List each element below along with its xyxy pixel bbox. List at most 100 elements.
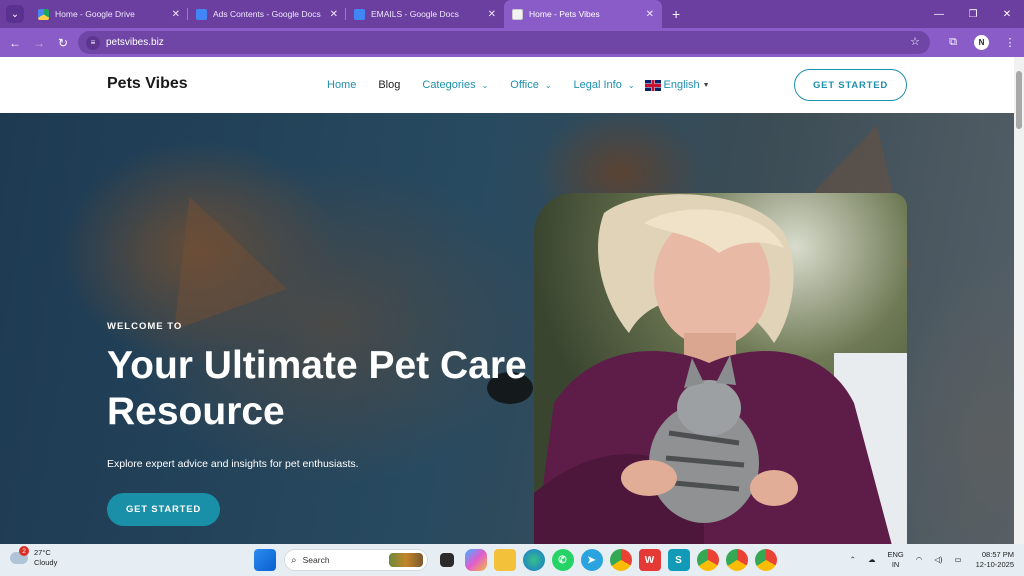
main-nav: Home Blog Categories ⌄ Office ⌄ Legal Info… <box>327 79 710 91</box>
close-tab-icon[interactable]: ✕ <box>172 9 180 20</box>
battery-icon[interactable]: ▭ <box>955 555 962 565</box>
chevron-up-icon[interactable]: ⌃ <box>850 555 856 565</box>
window-controls: — ❐ ✕ <box>922 0 1024 28</box>
bookmark-star-icon[interactable]: ☆ <box>910 35 920 48</box>
weather-widget[interactable]: 2 27°C Cloudy <box>10 546 57 568</box>
telegram-icon[interactable]: ➤ <box>580 549 603 571</box>
site-logo[interactable]: Pets Vibes <box>107 75 188 93</box>
close-tab-icon[interactable]: ✕ <box>330 9 338 20</box>
nav-label: Office <box>510 79 539 91</box>
nav-label: Legal Info <box>573 79 622 91</box>
cloud-icon: 2 <box>10 546 29 564</box>
browser-toolbar: ← → ↻ ≡ petsvibes.biz ☆ ⧉ N ⋮ <box>0 28 1024 57</box>
pets-vibes-favicon <box>512 8 523 20</box>
close-tab-icon[interactable]: ✕ <box>646 9 654 20</box>
wps-office-icon[interactable]: W <box>638 549 661 571</box>
chrome-icon[interactable] <box>609 549 632 571</box>
wifi-icon[interactable]: ◠ <box>916 555 923 565</box>
forward-icon[interactable]: → <box>27 36 51 50</box>
chevron-down-icon: ⌄ <box>544 80 552 90</box>
google-docs-icon <box>354 8 365 20</box>
file-explorer-icon[interactable] <box>493 549 516 571</box>
tab-pets-vibes[interactable]: Home - Pets Vibes ✕ <box>504 0 662 28</box>
nav-legal-info[interactable]: Legal Info ⌄ <box>574 79 635 91</box>
search-placeholder: Search <box>302 555 330 565</box>
weather-text: 27°C Cloudy <box>34 548 57 568</box>
menu-kebab-icon[interactable]: ⋮ <box>996 36 1024 49</box>
site-info-icon[interactable]: ≡ <box>86 35 100 50</box>
lang-top: ENG <box>887 550 904 559</box>
page-scrollbar[interactable] <box>1014 57 1024 544</box>
hero-eyebrow: WELCOME TO <box>107 321 183 332</box>
tab-title: Home - Google Drive <box>55 9 135 19</box>
scrollbar-thumb[interactable] <box>1016 71 1022 129</box>
language-label: English <box>663 79 700 91</box>
url-text: petsvibes.biz <box>106 37 164 48</box>
tab-ads-contents[interactable]: Ads Contents - Google Docs ✕ <box>188 0 346 28</box>
uk-flag-icon <box>644 79 661 91</box>
reload-icon[interactable]: ↻ <box>51 36 75 50</box>
language-selector[interactable]: English ▼ <box>644 79 710 91</box>
taskbar-search-box[interactable]: ⌕ Search <box>284 549 428 571</box>
nav-blog[interactable]: Blog <box>378 79 400 91</box>
nav-label: Categories <box>422 79 476 91</box>
windows-start-icon[interactable] <box>253 549 276 571</box>
nav-home[interactable]: Home <box>327 79 356 91</box>
new-tab-icon[interactable]: + <box>672 6 680 22</box>
extensions-icon[interactable]: ⧉ <box>939 36 967 49</box>
hero-get-started-button[interactable]: GET STARTED <box>107 493 220 526</box>
copilot-icon[interactable] <box>464 549 487 571</box>
address-bar[interactable]: ≡ petsvibes.biz ☆ <box>78 31 930 54</box>
whatsapp-icon[interactable]: ✆ <box>551 549 574 571</box>
browser-tab-strip: ⌄ Home - Google Drive ✕ Ads Contents - G… <box>0 0 1024 28</box>
lang-bottom: IN <box>891 560 900 569</box>
search-highlight-image <box>389 553 423 567</box>
tab-title: Home - Pets Vibes <box>529 9 600 19</box>
tab-emails[interactable]: EMAILS - Google Docs ✕ <box>346 0 504 28</box>
close-window-icon[interactable]: ✕ <box>990 9 1024 20</box>
notification-badge: 2 <box>19 546 29 556</box>
background-cat-ear <box>133 176 287 330</box>
windows-taskbar: 2 27°C Cloudy ⌕ Search ✆ ➤ W S ⌃ ☁ ENG I… <box>0 544 1024 576</box>
site-header: Pets Vibes Home Blog Categories ⌄ Office ⌄… <box>0 57 1024 113</box>
clock-time: 08:57 PM <box>981 550 1014 559</box>
clock[interactable]: 08:57 PM 12-10-2025 <box>976 550 1014 570</box>
caret-down-icon: ▼ <box>702 81 710 89</box>
minimize-icon[interactable]: — <box>922 9 956 20</box>
profile-avatar[interactable]: N <box>974 35 989 50</box>
tab-title: EMAILS - Google Docs <box>371 9 459 19</box>
taskbar-apps: ⌕ Search ✆ ➤ W S <box>250 548 780 572</box>
search-icon: ⌕ <box>291 554 297 566</box>
hero-headline: Your Ultimate Pet Care Resource <box>107 344 527 433</box>
weather-desc: Cloudy <box>34 558 58 567</box>
hero-section: WELCOME TO Your Ultimate Pet Care Resour… <box>0 113 1014 544</box>
tab-title: Ads Contents - Google Docs <box>213 9 321 19</box>
header-get-started-button[interactable]: GET STARTED <box>794 69 907 101</box>
back-icon[interactable]: ← <box>3 36 27 50</box>
system-tray: ⌃ ☁ ENG IN ◠ ◁) ▭ 08:57 PM 12-10-2025 <box>844 548 1014 572</box>
chrome-profile-icon[interactable] <box>754 549 777 571</box>
google-drive-icon <box>38 8 49 20</box>
tab-google-drive[interactable]: Home - Google Drive ✕ <box>30 0 188 28</box>
nav-categories[interactable]: Categories ⌄ <box>422 79 488 91</box>
toolbar-right: ⧉ N ⋮ <box>939 28 1024 57</box>
tab-search-button[interactable]: ⌄ <box>6 5 24 23</box>
hero-photo-illustration <box>534 193 907 544</box>
chevron-down-icon: ⌄ <box>481 80 489 90</box>
clock-date: 12-10-2025 <box>975 560 1014 569</box>
onedrive-icon[interactable]: ☁ <box>868 555 876 565</box>
skype-icon[interactable]: S <box>667 549 690 571</box>
language-indicator[interactable]: ENG IN <box>887 550 903 570</box>
nav-office[interactable]: Office ⌄ <box>510 79 551 91</box>
task-view-icon[interactable] <box>440 553 454 567</box>
hero-photo-woman-with-kitten <box>534 193 907 544</box>
close-tab-icon[interactable]: ✕ <box>488 9 496 20</box>
restore-icon[interactable]: ❐ <box>956 9 990 20</box>
chevron-down-icon: ⌄ <box>627 80 635 90</box>
edge-icon[interactable] <box>522 549 545 571</box>
chrome-profile-icon[interactable] <box>696 549 719 571</box>
volume-icon[interactable]: ◁) <box>934 555 942 565</box>
chrome-profile-icon[interactable] <box>725 549 748 571</box>
weather-temp: 27°C <box>34 548 51 557</box>
hero-subtext: Explore expert advice and insights for p… <box>107 458 359 470</box>
